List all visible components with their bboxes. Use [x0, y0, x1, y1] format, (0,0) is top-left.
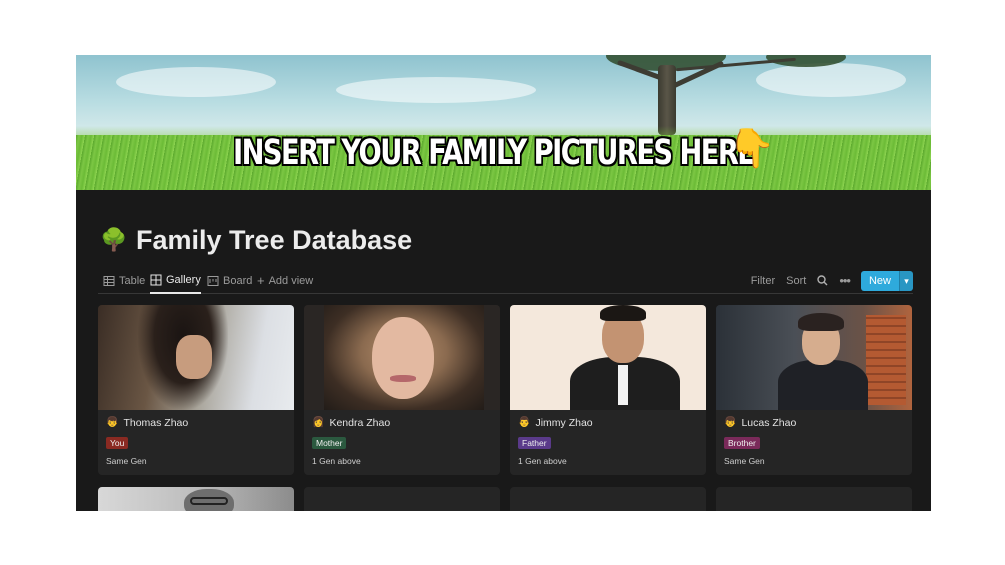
card-photo	[304, 305, 500, 410]
card-name: Lucas Zhao	[741, 417, 797, 429]
tree-trunk	[658, 65, 676, 135]
gallery-card[interactable]	[304, 487, 500, 511]
card-name: Kendra Zhao	[329, 417, 391, 429]
gallery-card[interactable]: 👨 Jimmy Zhao Father 1 Gen above	[510, 305, 706, 475]
tab-board[interactable]: Board	[207, 268, 252, 294]
chevron-down-icon[interactable]: ▾	[899, 271, 913, 291]
filter-button[interactable]: Filter	[751, 275, 775, 287]
card-title: 👨 Jimmy Zhao	[518, 416, 593, 430]
relation-tag: Brother	[724, 437, 760, 449]
search-icon[interactable]	[817, 274, 828, 288]
card-photo	[98, 487, 294, 511]
page-title[interactable]: Family Tree Database	[136, 223, 412, 257]
person-icon: 👨	[518, 417, 531, 428]
card-title: 👦 Lucas Zhao	[724, 416, 796, 430]
new-button[interactable]: New ▾	[860, 271, 913, 291]
gallery-card[interactable]: 👦 Lucas Zhao Brother Same Gen	[716, 305, 912, 475]
page-frame: INSERT YOUR FAMILY PICTURES HERE 👇 🌳 Fam…	[76, 55, 931, 511]
tab-table[interactable]: Table	[103, 268, 145, 294]
add-view-button[interactable]: + Add view	[257, 268, 313, 294]
person-icon: 👦	[724, 417, 737, 428]
pointing-down-icon: 👇	[728, 128, 776, 170]
board-icon	[207, 276, 219, 286]
card-photo	[716, 305, 912, 410]
person-icon: 👩	[312, 417, 325, 428]
view-bar: Table Gallery Board + Add view Filter So…	[98, 268, 913, 294]
view-toolbar: Filter Sort ••• New ▾	[751, 268, 913, 294]
card-photo	[98, 305, 294, 410]
banner-text: INSERT YOUR FAMILY PICTURES HERE	[233, 133, 756, 173]
table-icon	[103, 276, 115, 286]
generation-label: Same Gen	[724, 456, 765, 466]
tab-label: Gallery	[166, 274, 201, 286]
gallery-card[interactable]	[510, 487, 706, 511]
cover-banner[interactable]: INSERT YOUR FAMILY PICTURES HERE 👇	[76, 55, 931, 190]
generation-label: 1 Gen above	[312, 456, 361, 466]
gallery-card[interactable]	[98, 487, 294, 511]
card-name: Thomas Zhao	[123, 417, 189, 429]
gallery-card[interactable]: 👩 Kendra Zhao Mother 1 Gen above	[304, 305, 500, 475]
cloud	[116, 67, 276, 97]
cloud	[336, 77, 536, 103]
card-name: Jimmy Zhao	[535, 417, 593, 429]
generation-label: Same Gen	[106, 456, 147, 466]
new-button-label[interactable]: New	[860, 271, 899, 291]
generation-label: 1 Gen above	[518, 456, 567, 466]
sort-button[interactable]: Sort	[786, 275, 806, 287]
relation-tag: You	[106, 437, 129, 449]
card-title: 👩 Kendra Zhao	[312, 416, 390, 430]
plus-icon: +	[257, 273, 265, 288]
gallery-icon	[150, 274, 162, 286]
card-photo	[510, 305, 706, 410]
gallery-card[interactable]: 👦 Thomas Zhao You Same Gen	[98, 305, 294, 475]
tab-gallery[interactable]: Gallery	[150, 268, 201, 294]
relation-tag: Mother	[312, 437, 347, 449]
person-icon: 👦	[106, 417, 119, 428]
tab-label: Add view	[268, 275, 314, 287]
cloud	[756, 63, 906, 97]
tab-label: Table	[119, 275, 146, 287]
tab-label: Board	[223, 275, 253, 287]
tree-icon[interactable]: 🌳	[100, 227, 127, 253]
card-title: 👦 Thomas Zhao	[106, 416, 188, 430]
gallery-card[interactable]	[716, 487, 912, 511]
relation-tag: Father	[518, 437, 551, 449]
more-icon[interactable]: •••	[839, 274, 851, 287]
